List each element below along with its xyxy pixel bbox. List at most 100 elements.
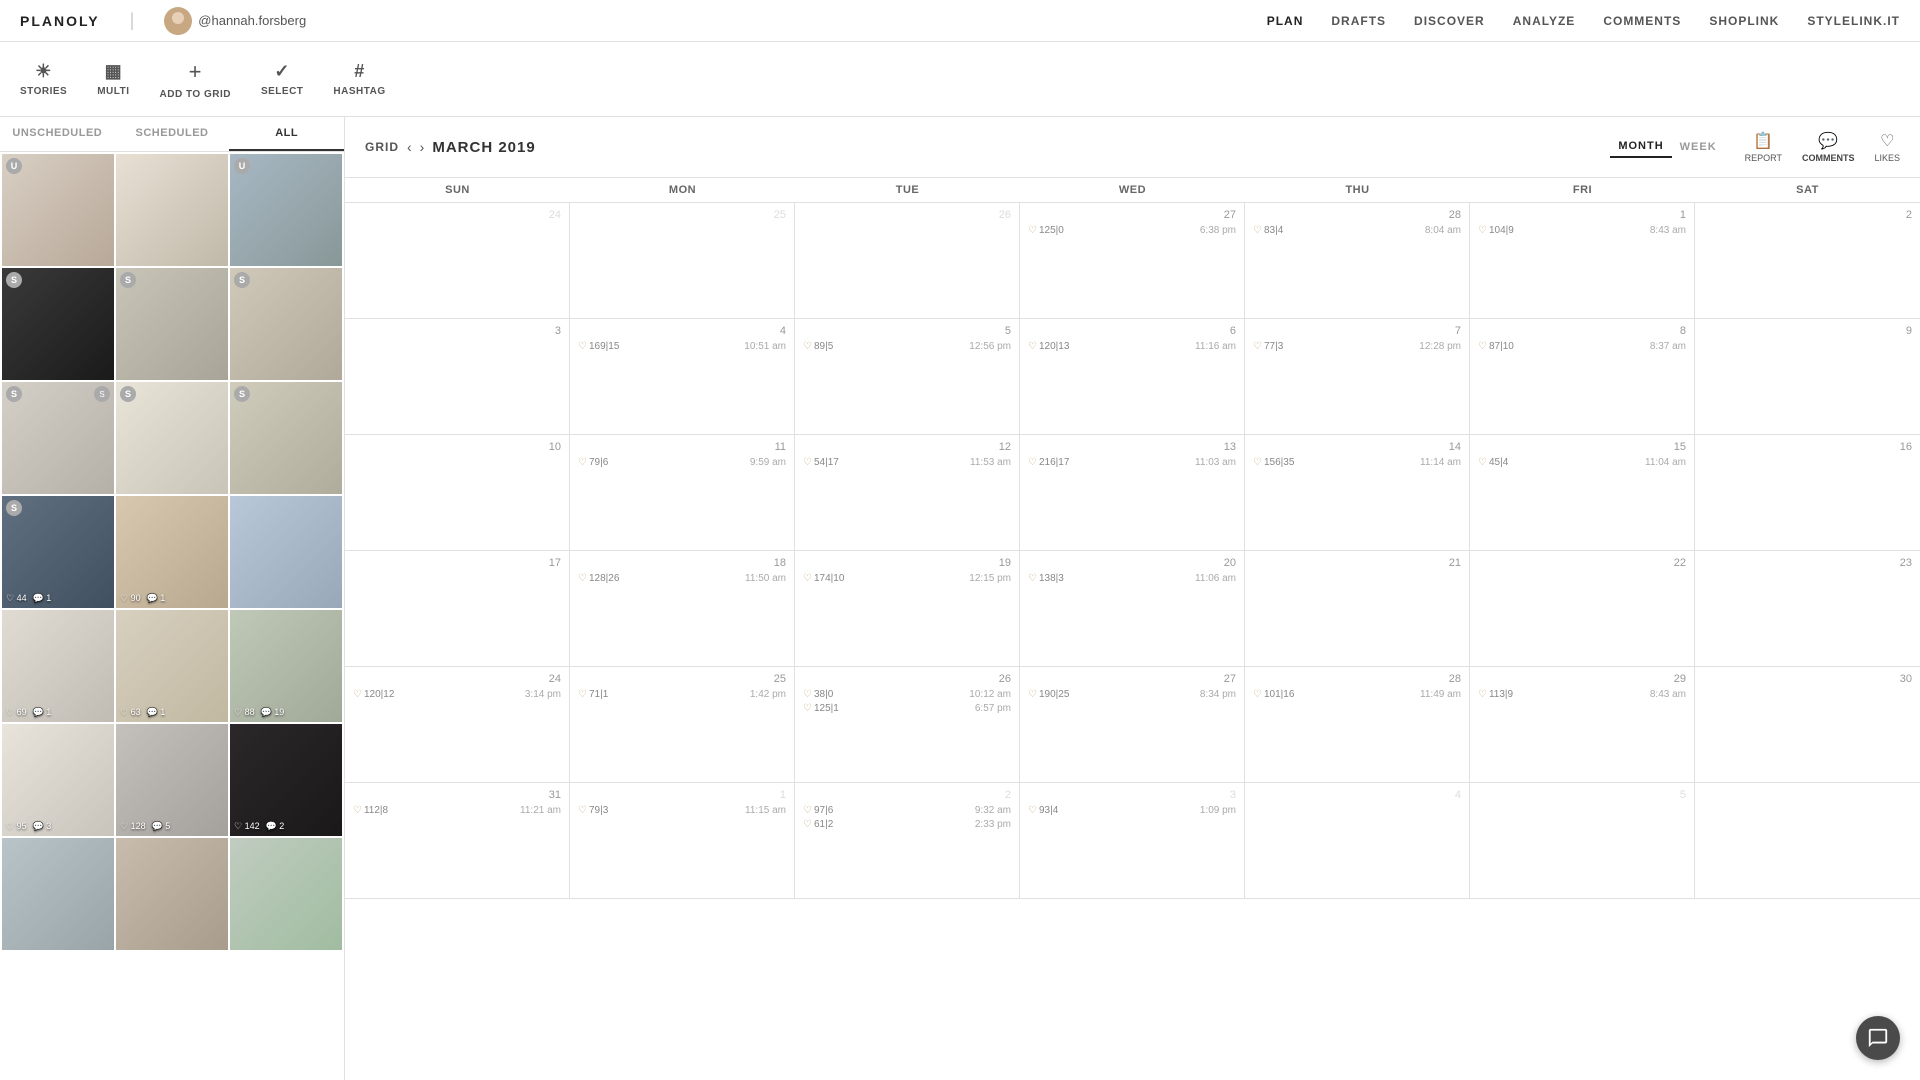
prev-month-button[interactable]: ‹ <box>407 139 412 155</box>
calendar-event[interactable]: ♡156|3511:14 am <box>1253 457 1461 468</box>
calendar-day[interactable]: 3♡93|41:09 pm <box>1020 783 1245 898</box>
list-item[interactable] <box>230 496 342 608</box>
nav-shoplink[interactable]: SHOPLINK <box>1709 14 1779 28</box>
calendar-event[interactable]: ♡45|411:04 am <box>1478 457 1686 468</box>
calendar-event[interactable]: ♡128|2611:50 am <box>578 573 786 584</box>
list-item[interactable] <box>230 838 342 950</box>
calendar-day[interactable]: 6♡120|1311:16 am <box>1020 319 1245 434</box>
calendar-day[interactable]: 29♡113|98:43 am <box>1470 667 1695 782</box>
calendar-event[interactable]: ♡38|010:12 am <box>803 689 1011 700</box>
calendar-day[interactable]: 8♡87|108:37 am <box>1470 319 1695 434</box>
calendar-day[interactable]: 4 <box>1245 783 1470 898</box>
report-button[interactable]: 📋 REPORT <box>1745 131 1782 163</box>
calendar-event[interactable]: ♡71|11:42 pm <box>578 689 786 700</box>
calendar-day[interactable]: 16 <box>1695 435 1920 550</box>
calendar-event[interactable]: ♡125|16:57 pm <box>803 703 1011 714</box>
tool-select[interactable]: ✓ SELECT <box>261 61 303 97</box>
calendar-day[interactable]: 25♡71|11:42 pm <box>570 667 795 782</box>
tool-add-to-grid[interactable]: + ADD TO GRID <box>160 59 231 100</box>
calendar-day[interactable]: 28♡101|1611:49 am <box>1245 667 1470 782</box>
calendar-event[interactable]: ♡87|108:37 am <box>1478 341 1686 352</box>
next-month-button[interactable]: › <box>420 139 425 155</box>
tool-hashtag[interactable]: # HASHTAG <box>333 61 385 97</box>
calendar-day[interactable]: 24 <box>345 203 570 318</box>
nav-comments[interactable]: COMMENTS <box>1603 14 1681 28</box>
calendar-day[interactable] <box>1695 783 1920 898</box>
list-item[interactable]: S <box>230 382 342 494</box>
calendar-event[interactable]: ♡138|311:06 am <box>1028 573 1236 584</box>
calendar-day[interactable]: 13♡216|1711:03 am <box>1020 435 1245 550</box>
calendar-event[interactable]: ♡174|1012:15 pm <box>803 573 1011 584</box>
calendar-event[interactable]: ♡97|69:32 am <box>803 805 1011 816</box>
month-view-button[interactable]: MONTH <box>1610 136 1671 158</box>
list-item[interactable]: S <box>116 382 228 494</box>
week-view-button[interactable]: WEEK <box>1672 137 1725 157</box>
calendar-day[interactable]: 26 <box>795 203 1020 318</box>
calendar-event[interactable]: ♡120|1311:16 am <box>1028 341 1236 352</box>
tab-unscheduled[interactable]: UNSCHEDULED <box>0 117 115 151</box>
calendar-event[interactable]: ♡89|512:56 pm <box>803 341 1011 352</box>
calendar-day[interactable]: 3 <box>345 319 570 434</box>
calendar-day[interactable]: 27♡190|258:34 pm <box>1020 667 1245 782</box>
list-item[interactable]: ♡ 69 💬 1 <box>2 610 114 722</box>
calendar-day[interactable]: 10 <box>345 435 570 550</box>
list-item[interactable]: ♡ 90 💬 1 <box>116 496 228 608</box>
calendar-day[interactable]: 21 <box>1245 551 1470 666</box>
list-item[interactable]: U <box>2 154 114 266</box>
calendar-day[interactable]: 19♡174|1012:15 pm <box>795 551 1020 666</box>
calendar-day[interactable]: 12♡54|1711:53 am <box>795 435 1020 550</box>
nav-stylelink[interactable]: STYLELINK.IT <box>1807 14 1900 28</box>
calendar-event[interactable]: ♡61|22:33 pm <box>803 819 1011 830</box>
calendar-day[interactable]: 1♡104|98:43 am <box>1470 203 1695 318</box>
calendar-day[interactable]: 26♡38|010:12 am♡125|16:57 pm <box>795 667 1020 782</box>
calendar-day[interactable]: 31♡112|811:21 am <box>345 783 570 898</box>
calendar-event[interactable]: ♡104|98:43 am <box>1478 225 1686 236</box>
calendar-day[interactable]: 25 <box>570 203 795 318</box>
calendar-day[interactable]: 9 <box>1695 319 1920 434</box>
calendar-event[interactable]: ♡101|1611:49 am <box>1253 689 1461 700</box>
list-item[interactable] <box>116 838 228 950</box>
calendar-event[interactable]: ♡79|311:15 am <box>578 805 786 816</box>
list-item[interactable]: ♡ 142 💬 2 <box>230 724 342 836</box>
user-info[interactable]: @hannah.forsberg <box>164 7 306 35</box>
calendar-event[interactable]: ♡169|1510:51 am <box>578 341 786 352</box>
calendar-event[interactable]: ♡83|48:04 am <box>1253 225 1461 236</box>
list-item[interactable]: ♡ 88 💬 19 <box>230 610 342 722</box>
list-item[interactable] <box>116 154 228 266</box>
calendar-day[interactable]: 11♡79|69:59 am <box>570 435 795 550</box>
list-item[interactable]: ♡ 63 💬 1 <box>116 610 228 722</box>
calendar-day[interactable]: 5♡89|512:56 pm <box>795 319 1020 434</box>
list-item[interactable]: U <box>230 154 342 266</box>
tab-all[interactable]: ALL <box>229 117 344 151</box>
list-item[interactable] <box>2 838 114 950</box>
calendar-day[interactable]: 7♡77|312:28 pm <box>1245 319 1470 434</box>
nav-drafts[interactable]: DRAFTS <box>1331 14 1386 28</box>
calendar-event[interactable]: ♡112|811:21 am <box>353 805 561 816</box>
calendar-day[interactable]: 4♡169|1510:51 am <box>570 319 795 434</box>
calendar-day[interactable]: 1♡79|311:15 am <box>570 783 795 898</box>
calendar-event[interactable]: ♡113|98:43 am <box>1478 689 1686 700</box>
calendar-day[interactable]: 30 <box>1695 667 1920 782</box>
list-item[interactable]: ♡ 128 💬 5 <box>116 724 228 836</box>
calendar-event[interactable]: ♡190|258:34 pm <box>1028 689 1236 700</box>
list-item[interactable]: S S <box>2 382 114 494</box>
calendar-day[interactable]: 20♡138|311:06 am <box>1020 551 1245 666</box>
calendar-event[interactable]: ♡77|312:28 pm <box>1253 341 1461 352</box>
chat-button[interactable] <box>1856 1016 1900 1060</box>
list-item[interactable]: S <box>2 268 114 380</box>
likes-button[interactable]: ♡ LIKES <box>1874 131 1900 163</box>
nav-discover[interactable]: DISCOVER <box>1414 14 1485 28</box>
tool-multi[interactable]: ▦ MULTI <box>97 61 129 97</box>
calendar-day[interactable]: 15♡45|411:04 am <box>1470 435 1695 550</box>
calendar-event[interactable]: ♡125|06:38 pm <box>1028 225 1236 236</box>
calendar-day[interactable]: 17 <box>345 551 570 666</box>
calendar-event[interactable]: ♡120|123:14 pm <box>353 689 561 700</box>
calendar-day[interactable]: 5 <box>1470 783 1695 898</box>
list-item[interactable]: S ♡ 44 💬 1 <box>2 496 114 608</box>
calendar-event[interactable]: ♡216|1711:03 am <box>1028 457 1236 468</box>
calendar-day[interactable]: 18♡128|2611:50 am <box>570 551 795 666</box>
tab-scheduled[interactable]: SCHEDULED <box>115 117 230 151</box>
tool-stories[interactable]: ☀ STORIES <box>20 61 67 97</box>
calendar-event[interactable]: ♡93|41:09 pm <box>1028 805 1236 816</box>
calendar-day[interactable]: 24♡120|123:14 pm <box>345 667 570 782</box>
